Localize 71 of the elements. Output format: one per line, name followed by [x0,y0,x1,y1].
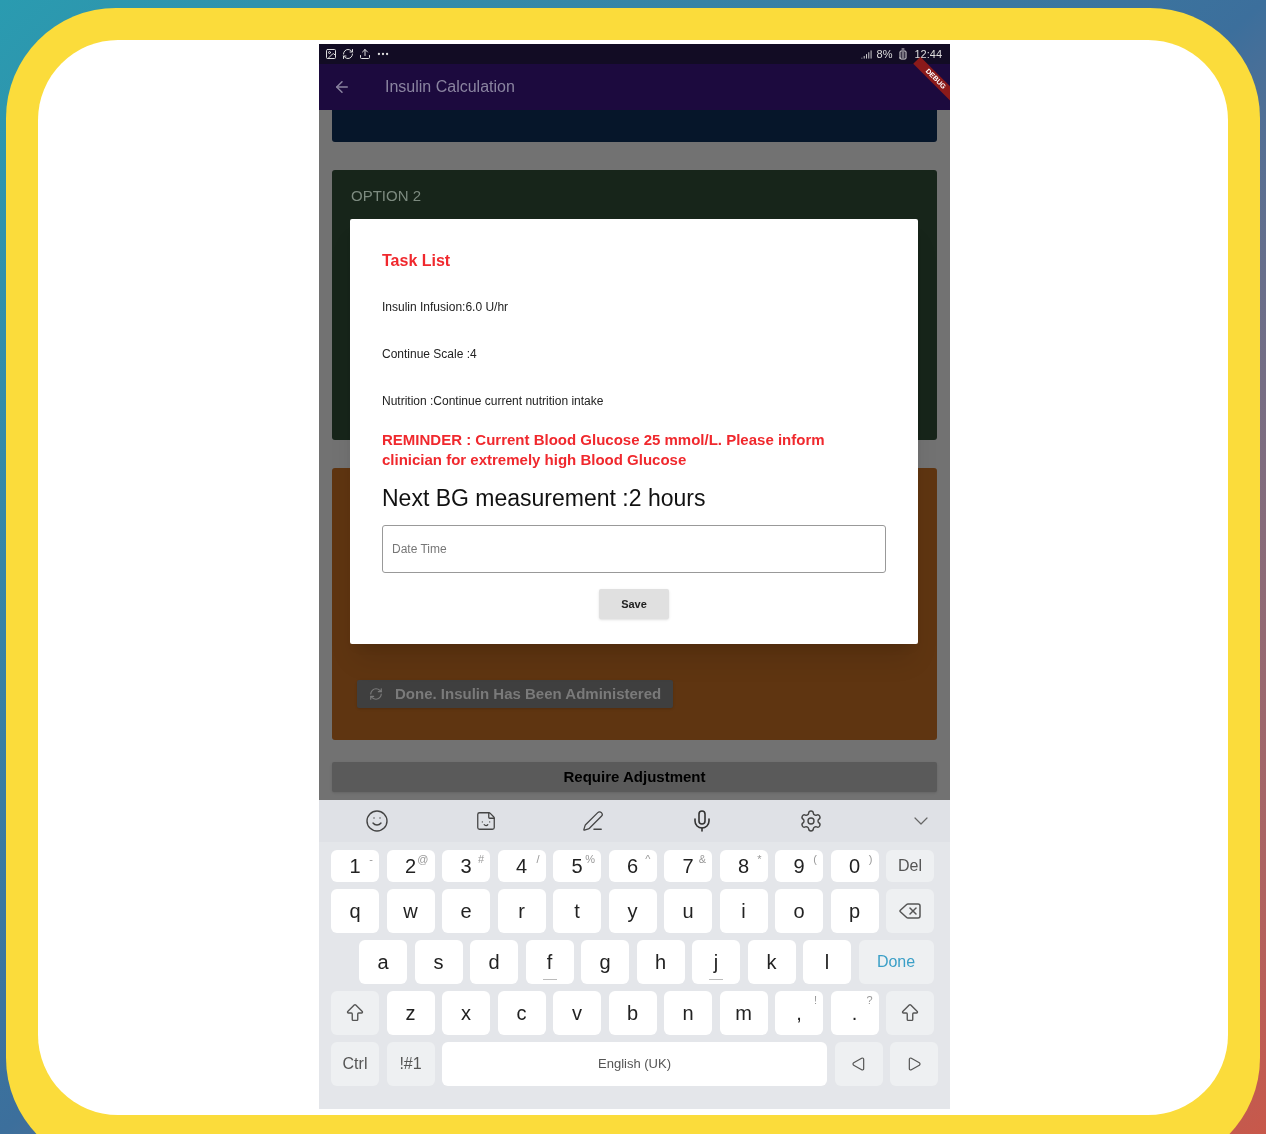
keyboard-key[interactable]: z [386,991,435,1035]
task-line: Nutrition :Continue current nutrition intake [382,394,605,409]
signal-icon [860,48,872,60]
keyboard-key[interactable]: b [608,991,657,1035]
keyboard-key[interactable]: 9 ( [775,850,823,882]
battery-icon [897,48,910,60]
home-key-mark [542,979,557,980]
keyboard-key[interactable]: 3 # [442,850,490,882]
upload-icon [359,48,371,60]
keyboard-key[interactable]: o [775,889,823,933]
keyboard-key[interactable]: r [497,889,546,933]
right-triangle-icon [906,1056,922,1072]
handwriting-icon[interactable] [582,810,605,832]
keyboard-key[interactable]: 8 * [719,850,768,882]
keyboard-key[interactable]: n [664,991,712,1035]
keyboard-key[interactable]: 2@ [386,850,435,882]
next-measurement-text: Next BG measurement :2 hours [382,484,707,512]
shift-key[interactable] [886,991,934,1035]
keyboard-key[interactable]: y [608,889,657,933]
keyboard-key[interactable]: p [830,889,879,933]
keyboard-key[interactable]: l [803,940,851,984]
keyboard-key[interactable]: . ? [830,991,879,1035]
keyboard-key[interactable]: !#1 [386,1042,435,1086]
shift-icon [344,1002,366,1024]
keyboard-key[interactable]: a [359,940,407,984]
keyboard-key[interactable]: u [664,889,712,933]
keyboard-key[interactable]: j [692,940,740,984]
keyboard-key[interactable]: e [442,889,490,933]
keyboard-key[interactable]: w [386,889,435,933]
home-key-mark [709,979,723,980]
app-bar-title: Insulin Calculation [385,77,515,97]
keyboard-key[interactable]: d [470,940,518,984]
save-button[interactable]: Save [599,589,669,619]
battery-percent: 8% [876,46,893,62]
keyboard-key[interactable]: g [581,940,629,984]
keyboard-key[interactable]: f [525,940,574,984]
dialog-title: Task List [382,251,452,271]
keyboard-key[interactable]: m [719,991,768,1035]
shift-icon [899,1002,921,1024]
shift-key[interactable] [331,991,379,1035]
keyboard-key[interactable]: h [636,940,685,984]
keyboard-key[interactable]: i [719,889,768,933]
keyboard-key[interactable]: s [414,940,463,984]
date-time-field[interactable]: Date Time [382,525,886,573]
keyboard-key[interactable]: 5% [553,850,601,882]
keyboard-key[interactable]: v [553,991,601,1035]
keyboard-key[interactable]: Ctrl [331,1042,379,1086]
backspace-key[interactable] [886,889,934,933]
keyboard-key[interactable]: k [747,940,796,984]
keyboard-key[interactable]: c [497,991,546,1035]
task-line: Continue Scale :4 [382,347,478,362]
keyboard-key[interactable]: , ! [775,991,823,1035]
keyboard-key[interactable]: q [331,889,379,933]
keyboard-key[interactable]: x [442,991,490,1035]
reminder-text: REMINDER : Current Blood Glucose 25 mmol/L. Please inform clinician for extremely high Blood Glucose [382,430,826,470]
keyboard-key[interactable]: Del [886,850,934,882]
sticker-icon[interactable] [474,810,497,832]
keyboard-key[interactable]: 7 & [664,850,712,882]
image-icon [325,48,337,60]
keyboard-key[interactable]: 1 - [331,850,379,882]
keyboard-key[interactable]: 4 / [497,850,546,882]
task-line: Insulin Infusion:6.0 U/hr [382,300,510,315]
keyboard-key[interactable]: 0 ) [830,850,879,882]
settings-icon[interactable] [799,809,824,833]
refresh-icon [369,687,383,701]
keyboard-key[interactable]: t [553,889,601,933]
emoji-icon[interactable] [365,809,389,833]
left-triangle-icon [850,1056,867,1072]
option-label: OPTION 2 [351,187,421,204]
space-key[interactable]: English (UK) [442,1042,827,1086]
keyboard-key[interactable]: 6 ^ [608,850,657,882]
